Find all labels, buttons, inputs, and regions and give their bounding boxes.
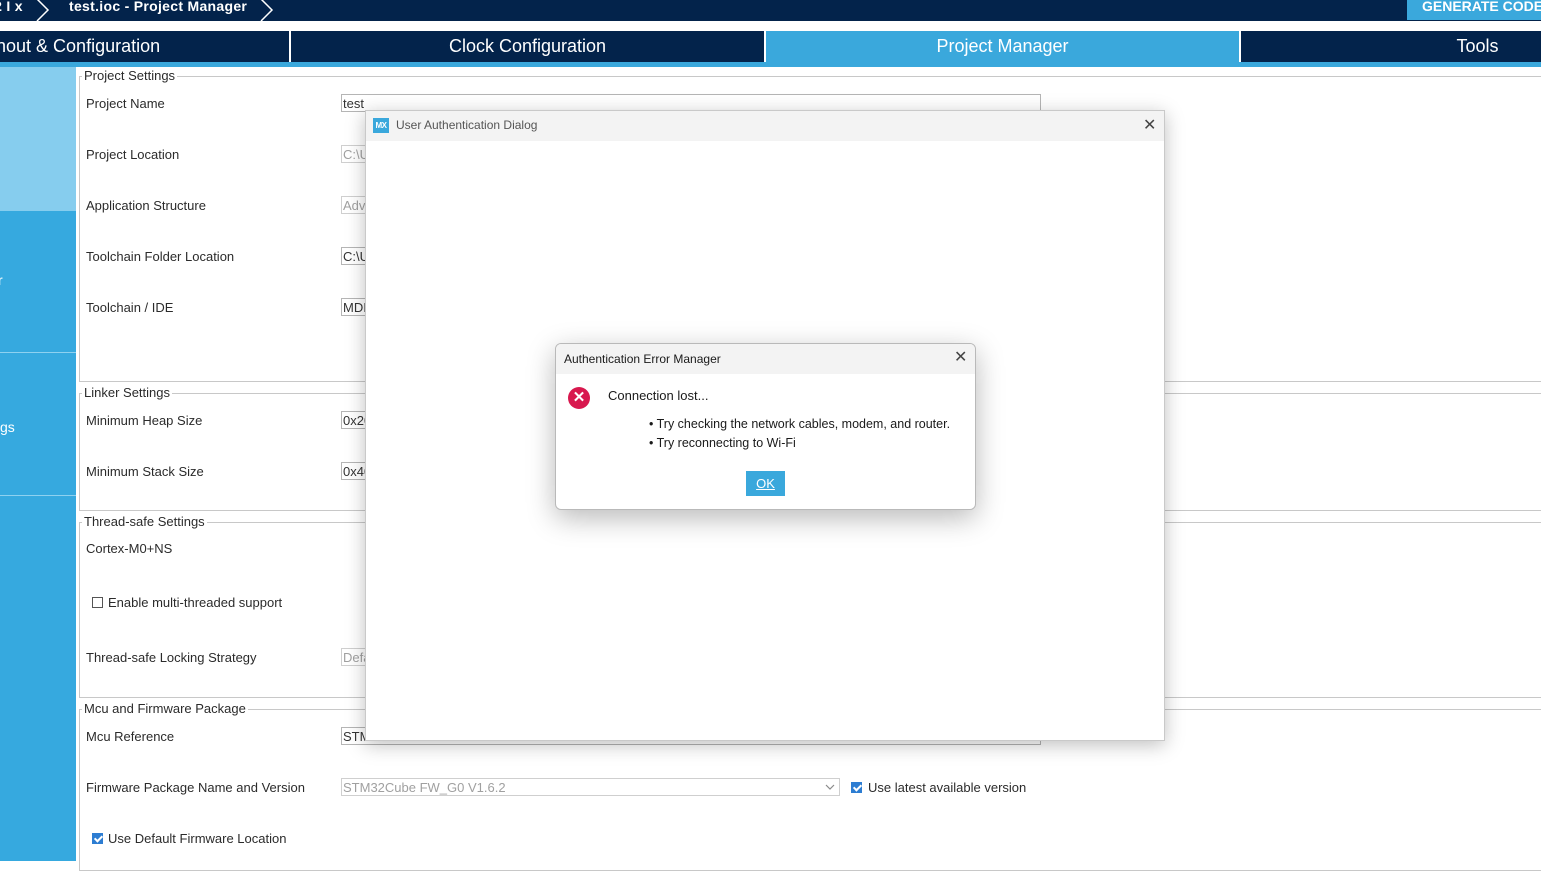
application-structure-label: Application Structure <box>86 198 206 213</box>
mcu-firmware-legend: Mcu and Firmware Package <box>82 701 248 716</box>
generate-code-button[interactable]: GENERATE CODE <box>1407 0 1541 20</box>
error-bullet: • Try checking the network cables, modem… <box>649 417 951 431</box>
use-latest-version-checkbox[interactable] <box>851 782 862 793</box>
locking-strategy-label: Thread-safe Locking Strategy <box>86 650 257 665</box>
multithread-label[interactable]: Enable multi-threaded support <box>108 595 282 610</box>
core-label: Cortex-M0+NS <box>86 541 173 556</box>
chevron-right-icon <box>36 0 50 21</box>
sidebar-item-advanced-settings[interactable]: gs <box>0 419 15 435</box>
use-default-fw-location-label[interactable]: Use Default Firmware Location <box>108 831 286 846</box>
close-icon[interactable]: ✕ <box>954 350 967 366</box>
sidebar-divider <box>0 352 76 353</box>
app-logo-icon: MX <box>373 118 389 133</box>
error-bullet: • Try reconnecting to Wi-Fi <box>649 436 796 450</box>
sidebar-divider <box>0 495 76 496</box>
use-latest-version-label[interactable]: Use latest available version <box>868 780 1026 795</box>
chevron-down-icon[interactable] <box>825 783 835 791</box>
tab-clock-configuration[interactable]: Clock Configuration <box>291 31 764 62</box>
project-name-label: Project Name <box>86 96 165 111</box>
toolchain-folder-label: Toolchain Folder Location <box>86 249 235 264</box>
tab-pinout-configuration[interactable]: Pinout & Configuration <box>0 31 160 62</box>
tabs-underline <box>0 62 1541 67</box>
ok-button[interactable]: OK <box>746 471 785 496</box>
tab-project-manager[interactable]: Project Manager <box>766 31 1239 62</box>
close-icon[interactable]: ✕ <box>1143 118 1156 134</box>
authentication-error-dialog: Authentication Error Manager ✕ ✕ Connect… <box>555 343 976 510</box>
project-location-label: Project Location <box>86 147 180 162</box>
project-settings-legend: Project Settings <box>82 68 178 83</box>
sidebar-item-code-generator[interactable]: r <box>0 272 3 288</box>
chevron-right-icon <box>260 0 274 21</box>
dialog-title: User Authentication Dialog <box>396 118 538 132</box>
mcu-reference-label: Mcu Reference <box>86 729 175 744</box>
thread-safe-settings-legend: Thread-safe Settings <box>82 514 207 529</box>
firmware-package-select[interactable]: STM32Cube FW_G0 V1.6.2 <box>341 778 840 796</box>
min-heap-size-label: Minimum Heap Size <box>86 413 203 428</box>
use-default-fw-location-checkbox[interactable] <box>92 833 103 844</box>
dialog-title: Authentication Error Manager <box>564 352 721 366</box>
breadcrumb-item-firmware[interactable]: 32 I x <box>0 0 23 14</box>
linker-settings-legend: Linker Settings <box>82 385 172 400</box>
toolchain-ide-label: Toolchain / IDE <box>86 300 174 315</box>
min-stack-size-label: Minimum Stack Size <box>86 464 204 479</box>
error-message: Connection lost... <box>608 388 709 403</box>
firmware-package-label: Firmware Package Name and Version <box>86 780 305 795</box>
breadcrumb-item-project[interactable]: test.ioc - Project Manager <box>69 0 247 14</box>
tab-tools[interactable]: Tools <box>1241 31 1541 62</box>
error-icon: ✕ <box>568 387 590 409</box>
sidebar-item-project[interactable] <box>0 67 76 211</box>
multithread-checkbox[interactable] <box>92 597 103 608</box>
